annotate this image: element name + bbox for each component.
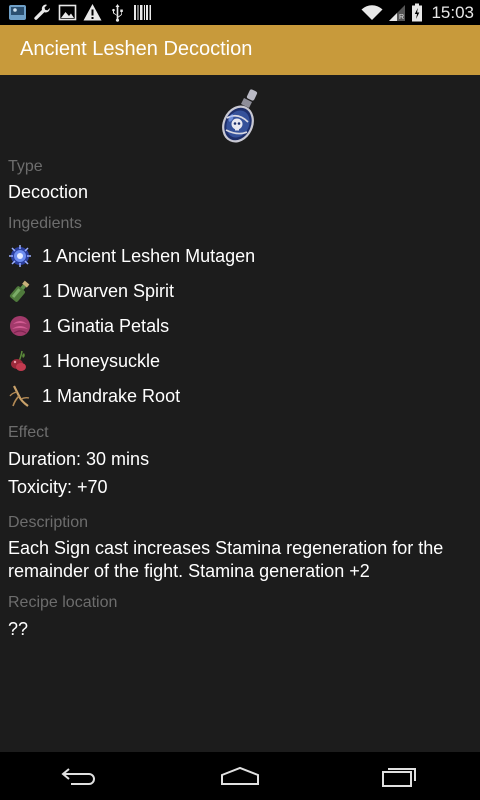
barcode-icon [134,5,151,20]
signal-icon: R [389,5,406,21]
ingredient-text: 1 Ginatia Petals [42,315,170,336]
page-title: Ancient Leshen Decoction [20,38,253,60]
image-icon [58,4,77,21]
effect-label: Effect [8,424,49,441]
toxicity-value: Toxicity: +70 [8,477,108,497]
type-value: Decoction [8,182,89,202]
action-bar: Ancient Leshen Decoction [0,25,480,75]
ingredient-item: 1 Ancient Leshen Mutagen [8,241,468,271]
back-icon [61,768,95,785]
home-button[interactable] [200,760,280,792]
recipe-details[interactable]: Type Decoction Ingedients 1 Ancient Lesh… [0,75,480,752]
mutagen-icon [9,245,31,267]
decoction-potion-icon [222,89,258,143]
description-label: Description [8,514,89,531]
svg-text:R: R [399,14,404,21]
ingredient-item: 1 Dwarven Spirit [8,276,468,306]
battery-icon [412,3,423,22]
ingredient-item: 1 Ginatia Petals [8,311,468,341]
recents-button[interactable] [360,760,440,792]
usb-icon [112,4,123,22]
spirit-bottle-icon [9,280,30,302]
description-text: Each Sign cast increases Stamina regener… [8,538,444,581]
mandrake-root-icon [9,385,30,407]
system-status: R 15:03 [361,0,474,25]
type-label: Type [8,158,43,175]
duration-value: Duration: 30 mins [8,449,150,469]
wrench-icon [34,4,50,20]
app-screen: R 15:03 Ancient Leshen Decoction Type De… [0,0,480,800]
recents-icon [382,768,416,787]
ingredient-text: 1 Mandrake Root [42,385,181,406]
notification-icons [8,3,152,22]
wifi-icon [361,5,383,20]
warning-icon [83,4,102,21]
ingredient-text: 1 Honeysuckle [42,350,161,371]
back-button[interactable] [40,760,120,792]
ingredient-item: 1 Mandrake Root [8,381,468,411]
navigation-bar [0,752,480,800]
petals-icon [10,316,30,336]
ingredient-item: 1 Honeysuckle [8,346,468,376]
ingredient-text: 1 Dwarven Spirit [42,280,175,301]
status-bar: R 15:03 [0,0,480,25]
gallery-icon [9,5,26,20]
clock: 15:03 [431,2,474,22]
home-icon [221,766,259,785]
recipe-location-value: ?? [8,619,29,639]
recipe-location-label: Recipe location [8,594,118,611]
ingredient-text: 1 Ancient Leshen Mutagen [42,245,256,266]
honeysuckle-icon [11,350,26,371]
ingredients-label: Ingedients [8,215,82,232]
